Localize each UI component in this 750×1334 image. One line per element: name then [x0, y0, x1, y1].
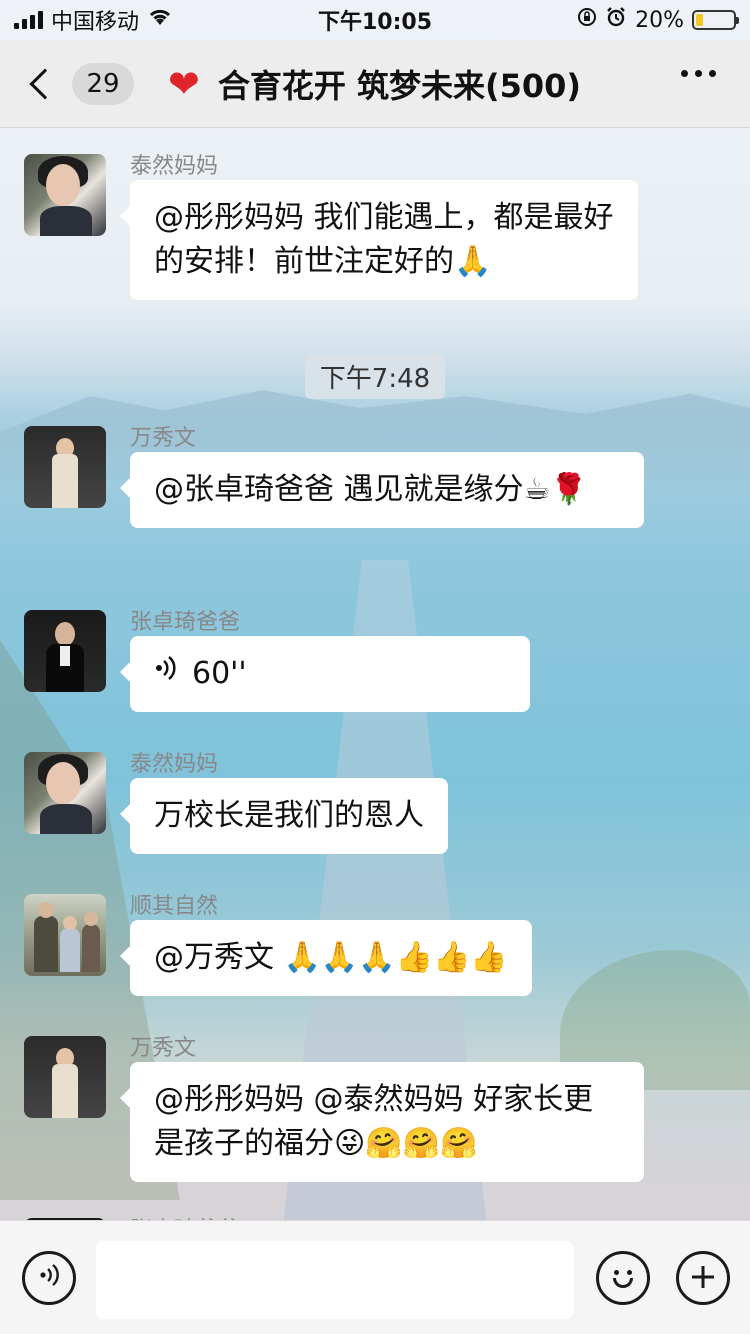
battery-percent: 20% — [635, 7, 684, 33]
chat-header: 29 ❤ 合育花开 筑梦未来(500) — [0, 40, 750, 128]
sender-name: 万秀文 — [130, 1036, 197, 1061]
avatar[interactable] — [24, 610, 106, 692]
more-dots-icon — [681, 70, 688, 77]
voice-message-bubble[interactable]: 60'' — [120, 636, 530, 712]
avatar[interactable] — [24, 426, 106, 508]
voice-wave-icon — [154, 652, 178, 696]
avatar[interactable] — [24, 154, 106, 236]
avatar[interactable] — [24, 752, 106, 834]
voice-input-toggle-button[interactable] — [22, 1251, 76, 1305]
voice-wave-icon — [37, 1262, 61, 1294]
chat-input-bar — [0, 1220, 750, 1334]
plus-icon — [689, 1256, 717, 1300]
sender-name: 张卓琦爸爸 — [130, 1212, 240, 1220]
rotation-lock-icon — [577, 7, 597, 33]
status-bar: 中国移动 下午10:05 20% — [0, 0, 750, 40]
message-bubble[interactable]: 万校长是我们的恩人 — [120, 778, 448, 854]
message-bubble[interactable]: @万秀文 🙏🙏🙏👍👍👍 — [120, 920, 532, 996]
carrier-name: 中国移动 — [51, 10, 140, 35]
battery-icon — [692, 10, 739, 30]
chevron-left-icon — [29, 67, 61, 100]
emoji-button[interactable] — [596, 1251, 650, 1305]
heart-icon: ❤ — [168, 61, 200, 106]
sender-name: 顺其自然 — [130, 894, 219, 919]
battery-level-fill — [696, 14, 704, 26]
group-chat-title: 合育花开 筑梦未来(500) — [217, 66, 582, 105]
voice-duration: 60'' — [192, 656, 247, 691]
message-list[interactable]: 泰然妈妈 @彤彤妈妈 我们能遇上，都是最好的安排！前世注定好的🙏 下午7:48 … — [0, 128, 750, 1220]
signal-icon — [14, 11, 43, 29]
sender-name: 泰然妈妈 — [130, 752, 219, 777]
smiley-face-icon — [608, 1263, 638, 1293]
alarm-icon — [605, 6, 627, 34]
sender-name: 张卓琦爸爸 — [130, 610, 241, 635]
avatar[interactable] — [24, 894, 106, 976]
sender-name: 万秀文 — [130, 426, 197, 451]
more-options-button[interactable] — [681, 70, 716, 77]
sender-name: 泰然妈妈 — [130, 154, 219, 179]
message-bubble[interactable]: @彤彤妈妈 @泰然妈妈 好家长更是孩子的福分😜🤗🤗🤗 — [120, 1062, 644, 1182]
back-button[interactable]: 29 — [24, 62, 134, 105]
wifi-icon — [147, 7, 173, 33]
message-input[interactable] — [96, 1241, 574, 1319]
more-actions-button[interactable] — [676, 1251, 730, 1305]
timestamp-divider: 下午7:48 — [305, 354, 445, 399]
unread-count-badge: 29 — [72, 62, 134, 105]
avatar[interactable] — [24, 1036, 106, 1118]
message-bubble[interactable]: @张卓琦爸爸 遇见就是缘分☕🌹 — [120, 452, 644, 528]
message-bubble[interactable]: @彤彤妈妈 我们能遇上，都是最好的安排！前世注定好的🙏 — [120, 180, 638, 300]
